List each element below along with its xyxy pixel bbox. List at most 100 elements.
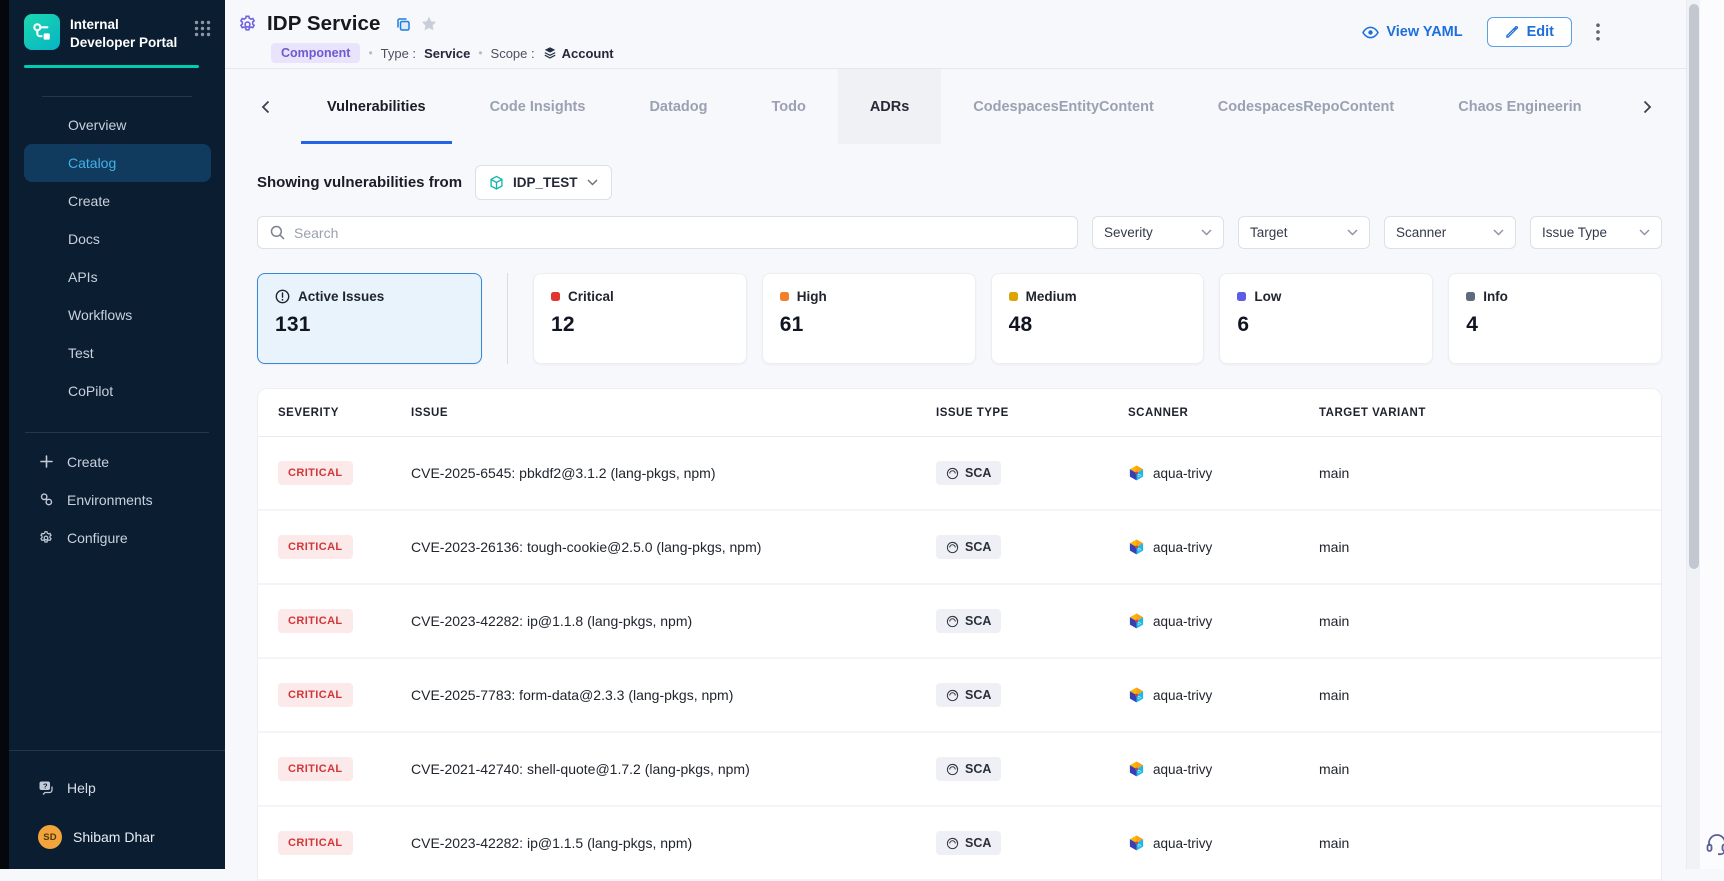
stat-card-low[interactable]: Low 6 <box>1219 273 1433 364</box>
tab-chaos-engineering[interactable]: Chaos Engineerin <box>1426 69 1613 144</box>
tabs-scroll-left-icon[interactable] <box>261 69 270 144</box>
type-value: Service <box>424 46 470 61</box>
sidebar-item-catalog[interactable]: Catalog <box>24 144 211 182</box>
user-menu[interactable]: SD Shibam Dhar <box>9 808 225 869</box>
sidebar-divider <box>25 432 209 433</box>
filter-scanner[interactable]: Scanner <box>1384 216 1516 249</box>
chevron-down-icon <box>1201 229 1212 236</box>
severity-badge: CRITICAL <box>278 609 353 633</box>
filter-target[interactable]: Target <box>1238 216 1370 249</box>
edit-button[interactable]: Edit <box>1487 17 1572 47</box>
scrollbar-thumb[interactable] <box>1689 4 1699 569</box>
vertical-scrollbar[interactable] <box>1686 0 1700 869</box>
filter-issue-type[interactable]: Issue Type <box>1530 216 1662 249</box>
tabs-scroll-right-icon[interactable] <box>1643 69 1652 144</box>
tab-codespaces-repo-content[interactable]: CodespacesRepoContent <box>1186 69 1426 144</box>
aqua-trivy-icon <box>1128 538 1145 556</box>
search-input[interactable] <box>294 225 1065 241</box>
tab-codespaces-entity-content[interactable]: CodespacesEntityContent <box>941 69 1185 144</box>
apps-grid-icon[interactable] <box>194 14 211 37</box>
showing-vulnerabilities-label: Showing vulnerabilities from <box>257 174 462 191</box>
stat-value: 6 <box>1237 313 1415 337</box>
chevron-down-icon <box>1639 229 1650 236</box>
table-header: SEVERITY ISSUE ISSUE TYPE SCANNER TARGET… <box>258 389 1661 437</box>
scanner-cell: aqua-trivy <box>1108 834 1299 852</box>
stat-card-active-issues[interactable]: Active Issues 131 <box>257 273 482 364</box>
sca-icon <box>946 689 959 702</box>
user-name: Shibam Dhar <box>73 829 155 845</box>
meta-separator: • <box>478 46 482 60</box>
sidebar-item-workflows[interactable]: Workflows <box>9 296 225 334</box>
brand-accent-bar <box>24 65 199 68</box>
stat-card-info[interactable]: Info 4 <box>1448 273 1662 364</box>
more-options-icon[interactable] <box>1596 23 1600 41</box>
tab-adrs[interactable]: ADRs <box>838 69 941 144</box>
cube-icon <box>489 175 504 191</box>
medium-dot <box>1009 292 1018 301</box>
sidebar-item-test[interactable]: Test <box>9 334 225 372</box>
sidebar-item-docs[interactable]: Docs <box>9 220 225 258</box>
table-row[interactable]: CRITICAL CVE-2021-42740: shell-quote@1.7… <box>258 733 1661 807</box>
brand: Internal Developer Portal <box>9 0 225 52</box>
vulnerabilities-panel: Showing vulnerabilities from IDP_TEST <box>225 165 1686 881</box>
tab-vulnerabilities[interactable]: Vulnerabilities <box>295 69 458 144</box>
account-scope-icon <box>543 46 557 60</box>
target-variant: main <box>1299 539 1661 555</box>
aqua-trivy-icon <box>1128 612 1145 630</box>
table-row[interactable]: CRITICAL CVE-2023-42282: ip@1.1.5 (lang-… <box>258 807 1661 881</box>
table-row[interactable]: CRITICAL CVE-2025-6545: pbkdf2@3.1.2 (la… <box>258 437 1661 511</box>
scanner-cell: aqua-trivy <box>1108 760 1299 778</box>
issue-type-chip: SCA <box>936 683 1001 707</box>
col-severity: SEVERITY <box>258 407 391 419</box>
sidebar-item-overview[interactable]: Overview <box>9 106 225 144</box>
scanner-cell: aqua-trivy <box>1108 464 1299 482</box>
severity-badge: CRITICAL <box>278 683 353 707</box>
table-row[interactable]: CRITICAL CVE-2023-26136: tough-cookie@2.… <box>258 511 1661 585</box>
sca-icon <box>946 837 959 850</box>
stat-label: High <box>797 289 827 304</box>
tab-code-insights[interactable]: Code Insights <box>458 69 618 144</box>
sidebar-environments-button[interactable]: Environments <box>9 481 225 519</box>
support-chat-icon[interactable] <box>1704 831 1724 857</box>
filter-target-label: Target <box>1250 225 1288 240</box>
target-variant: main <box>1299 835 1661 851</box>
target-variant: main <box>1299 687 1661 703</box>
tab-datadog[interactable]: Datadog <box>617 69 739 144</box>
pencil-icon <box>1505 25 1519 39</box>
filter-severity[interactable]: Severity <box>1092 216 1224 249</box>
stat-value: 48 <box>1009 313 1187 337</box>
stat-card-high[interactable]: High 61 <box>762 273 976 364</box>
tab-todo[interactable]: Todo <box>739 69 837 144</box>
sidebar-item-apis[interactable]: APIs <box>9 258 225 296</box>
stat-value: 61 <box>780 313 958 337</box>
issue-text: CVE-2025-6545: pbkdf2@3.1.2 (lang-pkgs, … <box>391 465 916 481</box>
target-variant: main <box>1299 761 1661 777</box>
sidebar-item-copilot[interactable]: CoPilot <box>9 372 225 410</box>
scope-label: Scope : <box>491 46 535 61</box>
severity-badge: CRITICAL <box>278 461 353 485</box>
issue-type-chip: SCA <box>936 831 1001 855</box>
sidebar-item-create[interactable]: Create <box>9 182 225 220</box>
sca-icon <box>946 541 959 554</box>
stat-value: 131 <box>275 313 464 337</box>
gear-icon <box>38 530 54 546</box>
filter-scanner-label: Scanner <box>1396 225 1446 240</box>
severity-badge: CRITICAL <box>278 757 353 781</box>
source-select[interactable]: IDP_TEST <box>475 165 612 200</box>
entity-kind-badge: Component <box>271 43 360 63</box>
stat-card-critical[interactable]: Critical 12 <box>533 273 747 364</box>
table-row[interactable]: CRITICAL CVE-2023-42282: ip@1.1.8 (lang-… <box>258 585 1661 659</box>
table-row[interactable]: CRITICAL CVE-2025-7783: form-data@2.3.3 … <box>258 659 1661 733</box>
view-yaml-button[interactable]: View YAML <box>1362 24 1462 40</box>
aqua-trivy-icon <box>1128 464 1145 482</box>
help-label: Help <box>67 780 96 796</box>
copy-icon[interactable] <box>396 17 411 32</box>
sidebar-configure-button[interactable]: Configure <box>9 519 225 557</box>
type-label: Type : <box>381 46 416 61</box>
sidebar-create-label: Create <box>67 454 109 470</box>
sidebar-create-button[interactable]: Create <box>9 443 225 481</box>
view-yaml-label: View YAML <box>1386 24 1462 40</box>
star-icon[interactable] <box>420 15 438 33</box>
help-button[interactable]: ? Help <box>9 768 225 808</box>
stat-card-medium[interactable]: Medium 48 <box>991 273 1205 364</box>
